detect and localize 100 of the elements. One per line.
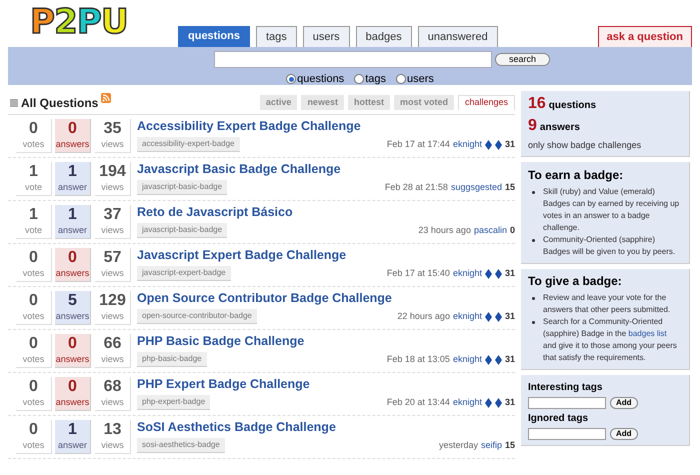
question-time: Feb 17 at 15:40 xyxy=(386,266,450,280)
nav-tab[interactable]: users xyxy=(302,26,350,47)
question-title[interactable]: PHP Basic Badge Challenge xyxy=(137,334,515,349)
panel-text: Community-Oriented (sapphire) Badges will be given to you by peers. xyxy=(543,234,676,258)
sort-tab[interactable]: challenges xyxy=(458,95,515,110)
nav-tab[interactable]: unanswered xyxy=(418,26,498,47)
question-title[interactable]: PHP Expert Badge Challenge xyxy=(137,377,515,392)
answer-total-label: answers xyxy=(540,121,580,135)
question-time: yesterday xyxy=(438,438,478,452)
reputation-score: 31 xyxy=(504,396,515,409)
reputation-score: 31 xyxy=(504,352,515,366)
user-link[interactable]: eknight xyxy=(452,138,482,152)
panel-heading: To earn a badge: xyxy=(528,166,624,184)
question-tag[interactable]: open-source-contributor-badge xyxy=(137,309,257,324)
bullet-icon xyxy=(532,320,535,324)
vote-count: 0 votes xyxy=(16,248,52,282)
bullet-icon xyxy=(532,238,535,242)
answer-count: 0 answers xyxy=(55,334,91,368)
question-time: 22 hours ago xyxy=(397,310,450,323)
bullet-icon xyxy=(532,296,535,300)
tag-filter-label: Ignored tags xyxy=(528,412,590,426)
user-link[interactable]: eknight xyxy=(452,352,482,366)
add-button[interactable]: Add xyxy=(610,396,638,408)
question-title[interactable]: Open Source Contributor Badge Challenge xyxy=(137,291,515,306)
vote-count: 0 votes xyxy=(16,420,52,454)
view-count: 194 views xyxy=(95,162,131,196)
search-scope-radio[interactable]: users xyxy=(396,71,434,88)
question-title[interactable]: Javascript Expert Badge Challenge xyxy=(137,248,515,263)
list-title: All Questions xyxy=(21,94,98,112)
question-time: Feb 28 at 21:58 xyxy=(384,180,448,194)
search-scope-radio[interactable]: tags xyxy=(354,71,386,88)
view-count: 68 views xyxy=(95,377,131,411)
question-time: Feb 17 at 17:44 xyxy=(386,138,450,151)
question-title[interactable]: SoSI Aesthetics Badge Challenge xyxy=(137,420,515,435)
user-link[interactable]: eknight xyxy=(452,396,482,410)
reputation-score: 15 xyxy=(504,180,515,194)
view-count: 129 views xyxy=(95,291,131,325)
nav-tab[interactable]: badges xyxy=(356,26,412,47)
user-link[interactable]: suggsgested xyxy=(450,180,502,194)
answer-count: 0 answers xyxy=(55,119,91,153)
question-title[interactable]: Accessibility Expert Badge Challenge xyxy=(137,119,515,134)
question-time: 23 hours ago xyxy=(418,224,471,237)
answer-count: 1 answer xyxy=(55,420,91,454)
view-count: 57 views xyxy=(95,248,131,282)
question-time: Feb 18 at 13:05 xyxy=(386,352,450,366)
nav-tab[interactable]: tags xyxy=(256,26,297,47)
question-count: 16 xyxy=(528,94,546,114)
question-title[interactable]: Reto de Javascript Básico xyxy=(137,205,515,220)
vote-count: 0 votes xyxy=(16,334,52,368)
panel-text: Skill (ruby) and Value (emerald) Badges can by earned by receiving up votes in an answer to a badge challenge. xyxy=(543,186,680,234)
question-count-label: questions xyxy=(548,99,596,113)
add-button[interactable]: Add xyxy=(610,428,638,440)
ask-question-button[interactable]: ask a question xyxy=(598,26,692,47)
reputation-score: 31 xyxy=(504,266,515,280)
question-tag[interactable]: php-basic-badge xyxy=(137,352,207,367)
view-count: 13 views xyxy=(95,420,131,454)
vote-count: 1 vote xyxy=(16,205,52,239)
bullet-icon xyxy=(532,190,535,194)
search-field[interactable] xyxy=(214,51,492,68)
question-title[interactable]: Javascript Basic Badge Challenge xyxy=(137,162,515,177)
user-link[interactable]: eknight xyxy=(452,266,482,280)
vote-count: 0 votes xyxy=(16,377,52,411)
vote-count: 0 votes xyxy=(16,291,52,325)
panel-text: Search for a Community-Oriented (sapphire) Badge in the badges list and give it to those among your peers that satisfy the requirements. xyxy=(543,316,678,364)
search-scope-radio[interactable]: questions xyxy=(286,71,344,88)
question-tag[interactable]: javascript-expert-badge xyxy=(137,266,231,281)
answer-count: 0 answers xyxy=(55,377,91,411)
reputation-score: 15 xyxy=(504,438,515,452)
question-tag[interactable]: sosi-aesthetics-badge xyxy=(137,438,225,453)
list-icon xyxy=(10,98,18,106)
tag-input[interactable] xyxy=(528,396,606,408)
answer-count: 1 answer xyxy=(55,162,91,196)
user-link[interactable]: eknight xyxy=(452,310,482,324)
rss-icon[interactable] xyxy=(101,93,112,103)
panel-text: Review and leave your vote for the answers that other peers submitted. xyxy=(543,292,672,316)
view-count: 37 views xyxy=(95,205,131,239)
reputation-score: 31 xyxy=(504,138,515,151)
answer-count: 0 answers xyxy=(55,248,91,282)
answer-count: 1 answer xyxy=(55,205,91,239)
vote-count: 0 votes xyxy=(16,119,52,153)
tag-filter-label: Interesting tags xyxy=(528,380,604,394)
tag-input[interactable] xyxy=(528,428,606,440)
question-tag[interactable]: javascript-basic-badge xyxy=(137,180,228,195)
badges-list-link[interactable]: badges list xyxy=(628,328,667,338)
question-tag[interactable]: accessibility-expert-badge xyxy=(137,137,240,152)
question-tag[interactable]: php-expert-badge xyxy=(137,395,210,410)
reputation-score: 31 xyxy=(504,310,515,323)
search-button[interactable]: search xyxy=(495,53,550,66)
nav-tab[interactable]: questions xyxy=(178,26,250,47)
panel-heading: To give a badge: xyxy=(528,272,623,290)
user-link[interactable]: pascalin xyxy=(474,224,507,238)
user-link[interactable]: seifip xyxy=(480,438,502,452)
reputation-score: 0 xyxy=(510,224,515,237)
answer-count: 5 answers xyxy=(55,291,91,325)
filter-note: only show badge challenges xyxy=(528,139,642,152)
answer-total: 9 xyxy=(528,116,537,136)
view-count: 35 views xyxy=(95,119,131,153)
question-tag[interactable]: javascript-basic-badge xyxy=(137,223,228,238)
view-count: 66 views xyxy=(95,334,131,368)
vote-count: 1 vote xyxy=(16,162,52,196)
